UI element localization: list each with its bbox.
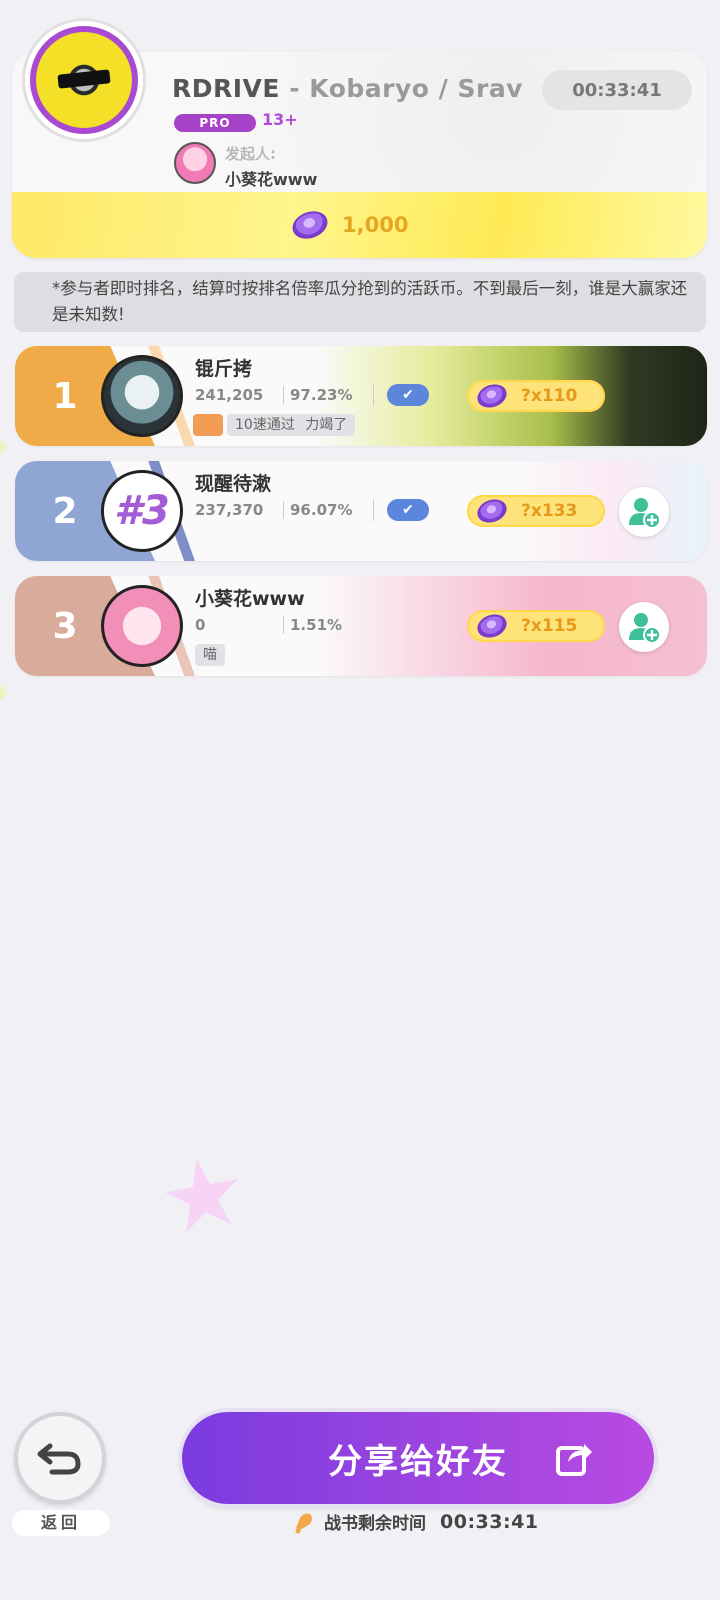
reward-pill: ?x133 xyxy=(467,495,605,527)
player-avatar[interactable]: #3 xyxy=(101,470,183,552)
song-title-name: RDRIVE xyxy=(172,74,280,103)
player-tag: 10速通过 力竭了 xyxy=(227,414,356,436)
add-user-icon xyxy=(629,613,661,644)
player-tag-text: 10速通过 xyxy=(235,417,295,433)
check-icon: ✔ xyxy=(387,499,429,521)
rank-row[interactable]: 1 锟斤拷 241,205 97.23% ✔ ?x110 10速通过 力竭了 xyxy=(15,346,707,446)
player-score: 237,370 xyxy=(195,501,264,519)
prize-pool: 1,000 xyxy=(288,206,409,244)
host-label: 发起人: xyxy=(225,145,276,163)
coin-icon xyxy=(474,380,510,412)
reward-multiplier: ?x115 xyxy=(521,616,578,636)
host-avatar[interactable] xyxy=(174,142,216,184)
remaining-time-value: 00:33:41 xyxy=(440,1510,539,1533)
reward-multiplier: ?x110 xyxy=(521,386,578,406)
rank-row[interactable]: 3 小葵花www 0 1.51% ?x115 喵 xyxy=(15,576,707,676)
coin-icon xyxy=(288,206,332,244)
player-accuracy: 1.51% xyxy=(283,616,342,634)
coin-icon xyxy=(474,610,510,642)
share-to-friends-button[interactable]: 分享给好友 xyxy=(182,1412,654,1504)
add-friend-button[interactable] xyxy=(619,602,669,652)
player-accuracy: 96.07% xyxy=(283,501,352,519)
prize-pool-value: 1,000 xyxy=(342,213,409,237)
rank-number: 1 xyxy=(52,376,78,417)
remaining-time-label: 战书剩余时间 xyxy=(324,1514,426,1534)
coin-icon xyxy=(474,495,510,527)
song-jacket-art xyxy=(30,26,138,134)
difficulty-badge: PRO xyxy=(174,114,256,132)
reward-multiplier: ?x133 xyxy=(521,501,578,521)
player-avatar[interactable] xyxy=(101,585,183,667)
ranking-notice: *参与者即时排名，结算时按排名倍率瓜分抢到的活跃币。不到最后一刻，谁是大赢家还是… xyxy=(14,272,706,332)
player-avatar[interactable] xyxy=(101,355,183,437)
song-jacket[interactable] xyxy=(22,18,146,142)
divider xyxy=(373,499,374,521)
bell-icon xyxy=(295,1513,312,1533)
difficulty-level: 13+ xyxy=(262,110,298,129)
background-star-icon: ★ xyxy=(150,1132,256,1258)
rank-number: 3 xyxy=(52,606,78,647)
player-name: 锟斤拷 xyxy=(195,358,253,380)
player-tags: 喵 xyxy=(195,644,225,666)
divider xyxy=(373,384,374,406)
reward-pill: ?x115 xyxy=(467,610,605,642)
undo-arrow-icon xyxy=(37,1443,81,1475)
share-icon xyxy=(556,1444,592,1476)
player-name: 现醒待漱 xyxy=(195,473,272,495)
background-chevron xyxy=(0,948,122,1232)
song-title-artist: - Kobaryo / Srav3R xyxy=(289,74,522,103)
player-avatar-logo-icon: #3 xyxy=(114,488,170,534)
host-name: 小葵花www xyxy=(225,170,318,189)
player-tags: 10速通过 力竭了 xyxy=(193,414,356,436)
remaining-time: 战书剩余时间 00:33:41 xyxy=(292,1509,539,1534)
add-user-icon xyxy=(629,498,661,529)
rank-number: 2 xyxy=(52,491,78,532)
back-label: 返回 xyxy=(12,1510,110,1536)
title-icon xyxy=(193,414,223,436)
player-accuracy: 97.23% xyxy=(283,386,352,404)
player-score: 241,205 xyxy=(195,386,264,404)
check-icon: ✔ xyxy=(387,384,429,406)
back-button[interactable] xyxy=(14,1412,106,1504)
challenge-timer: 00:33:41 xyxy=(542,70,692,110)
player-tag: 喵 xyxy=(195,644,225,666)
share-button-label: 分享给好友 xyxy=(328,1441,508,1482)
player-tag-text: 力竭了 xyxy=(305,417,348,433)
reward-pill: ?x110 xyxy=(467,380,605,412)
player-name: 小葵花www xyxy=(195,588,305,610)
add-friend-button[interactable] xyxy=(619,487,669,537)
player-score: 0 xyxy=(195,616,206,634)
rank-row[interactable]: 2 #3 现醒待漱 237,370 96.07% ✔ ?x133 xyxy=(15,461,707,561)
song-title: RDRIVE - Kobaryo / Srav3R xyxy=(172,74,522,103)
